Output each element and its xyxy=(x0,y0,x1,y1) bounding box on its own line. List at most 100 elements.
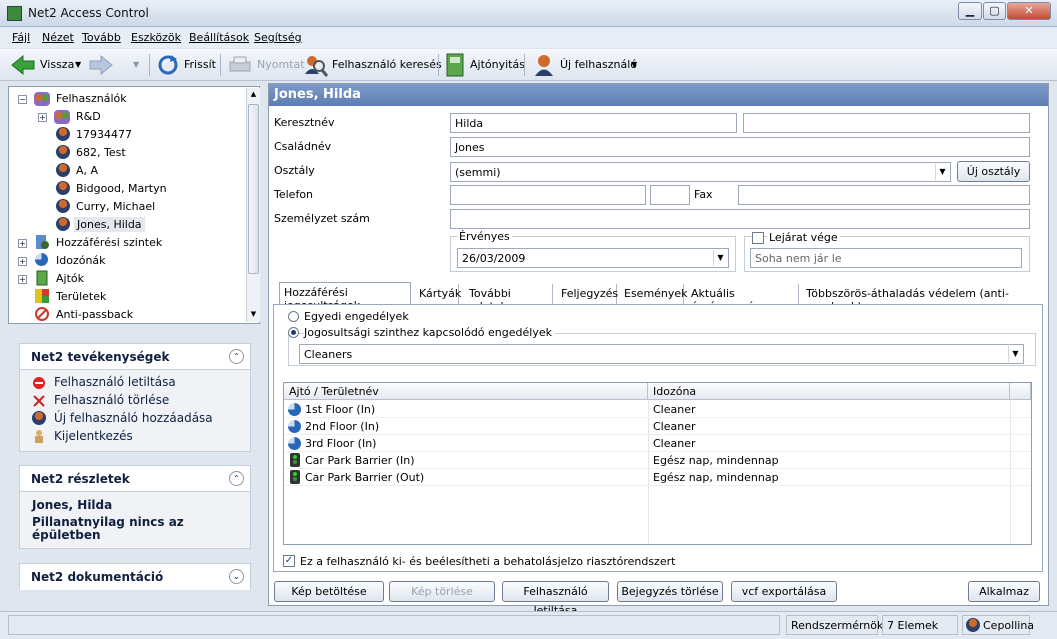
tab-notes[interactable]: Feljegyzés xyxy=(557,284,618,304)
menu-help[interactable]: Segítség xyxy=(254,31,302,44)
minimize-button[interactable]: ▁ xyxy=(958,2,982,20)
valid-date-picker[interactable]: 26/03/2009 ▼ xyxy=(457,248,729,268)
user-search-icon[interactable] xyxy=(302,52,328,78)
tab-access-rights[interactable]: Hozzáférési jogosultságok xyxy=(279,282,411,312)
refresh-button[interactable]: Frissít xyxy=(184,58,216,71)
tab-anti-passback[interactable]: Többszörös-áthaladás védelem (anti-passb… xyxy=(802,284,1032,313)
tree-item-user-selected[interactable]: Jones, Hilda xyxy=(74,217,145,232)
add-user-link[interactable]: Új felhasználó hozzáadása xyxy=(54,411,213,425)
forward-arrow-icon[interactable] xyxy=(88,54,114,76)
back-button[interactable]: Vissza xyxy=(40,58,74,71)
table-row[interactable]: 2nd Floor (In) Cleaner xyxy=(285,418,1031,435)
scrollbar-thumb[interactable] xyxy=(248,104,259,274)
disable-user-button[interactable]: Felhasználó letiltása xyxy=(502,581,609,617)
tree-item-user[interactable]: A, A xyxy=(76,164,98,177)
delete-image-button[interactable]: Kép törlése xyxy=(389,581,495,602)
tree-item-anti-passback[interactable]: Anti-passback xyxy=(56,308,133,321)
new-user-icon[interactable] xyxy=(533,53,555,77)
close-button[interactable]: ✕ xyxy=(1007,2,1051,20)
first-name-field[interactable]: Hilda xyxy=(450,113,737,133)
column-header-door[interactable]: Ajtó / Területnév xyxy=(284,383,648,400)
collapse-icon[interactable]: − xyxy=(18,95,27,104)
alarm-permission-checkbox[interactable]: ✓ xyxy=(283,555,295,567)
middle-name-field[interactable] xyxy=(743,113,1030,133)
expand-icon[interactable]: + xyxy=(18,239,27,248)
tab-additional-data[interactable]: További adatok xyxy=(465,284,553,313)
new-user-dropdown-icon[interactable]: ▼ xyxy=(631,60,637,69)
new-department-button[interactable]: Új osztály xyxy=(957,161,1030,182)
table-row[interactable]: Car Park Barrier (Out) Egész nap, minden… xyxy=(285,469,1031,486)
menu-view[interactable]: Nézet xyxy=(42,31,74,44)
collapse-panel-icon[interactable]: ⌃ xyxy=(229,471,244,486)
user-search-button[interactable]: Felhasználó keresés xyxy=(332,58,442,71)
apply-button[interactable]: Alkalmaz xyxy=(968,581,1040,602)
refresh-icon[interactable] xyxy=(157,54,179,76)
chevron-down-icon[interactable]: ▼ xyxy=(935,164,949,180)
collapse-panel-icon[interactable]: ⌃ xyxy=(229,349,244,364)
scroll-up-icon[interactable]: ▲ xyxy=(248,90,259,98)
tree-item-user[interactable]: Curry, Michael xyxy=(76,200,155,213)
column-header-timezone[interactable]: Idozóna xyxy=(648,383,1010,400)
logout-link[interactable]: Kijelentkezés xyxy=(54,429,133,443)
user-icon xyxy=(56,181,70,195)
tree-scrollbar[interactable]: ▲ ▼ xyxy=(246,88,260,322)
table-row[interactable]: 1st Floor (In) Cleaner xyxy=(285,401,1031,418)
menu-go[interactable]: Tovább xyxy=(82,31,121,44)
tab-cards[interactable]: Kártyák xyxy=(415,284,461,304)
toolbar-separator xyxy=(149,54,150,76)
tree-item-access-levels[interactable]: Hozzáférési szintek xyxy=(56,236,162,249)
fax-field[interactable] xyxy=(738,185,1030,205)
vcf-export-button[interactable]: vcf exportálása xyxy=(731,581,837,602)
print-button[interactable]: Nyomtat xyxy=(257,58,305,71)
delete-entry-button[interactable]: Bejegyzés törlése xyxy=(617,581,723,602)
toolbar-separator xyxy=(438,54,439,76)
phone-extension-field[interactable] xyxy=(650,185,690,205)
status-role: Rendszermérnök xyxy=(786,615,883,635)
chevron-down-icon[interactable]: ▼ xyxy=(1008,346,1022,362)
print-icon[interactable] xyxy=(228,55,252,75)
tab-events[interactable]: Események xyxy=(620,284,688,304)
door-open-icon[interactable] xyxy=(446,53,464,77)
tree-item-user[interactable]: Bidgood, Martyn xyxy=(76,182,167,195)
expand-panel-icon[interactable]: ⌄ xyxy=(229,569,244,584)
expand-icon[interactable]: + xyxy=(38,113,47,122)
maximize-button[interactable]: ▢ xyxy=(983,2,1006,20)
tree-item-timezones[interactable]: Idozónák xyxy=(56,254,106,267)
staff-number-field[interactable] xyxy=(450,209,1030,229)
expand-icon[interactable]: + xyxy=(18,257,27,266)
phone-field[interactable] xyxy=(450,185,646,205)
forward-dropdown-icon[interactable]: ▼ xyxy=(133,60,139,69)
back-arrow-icon[interactable] xyxy=(10,54,36,76)
tree-item-users[interactable]: Felhasználók xyxy=(56,92,127,105)
expand-icon[interactable]: + xyxy=(18,275,27,284)
menu-file[interactable]: Fájl xyxy=(12,31,30,44)
scroll-down-icon[interactable]: ▼ xyxy=(248,310,259,318)
access-level-permissions-radio[interactable] xyxy=(288,327,299,338)
navigation-tree: − Felhasználók + R&D 17934477 682, Test … xyxy=(8,86,260,324)
table-row[interactable]: 3rd Floor (In) Cleaner xyxy=(285,435,1031,452)
tree-item-user[interactable]: 17934477 xyxy=(76,128,132,141)
tree-item-doors[interactable]: Ajtók xyxy=(56,272,84,285)
individual-permissions-radio[interactable] xyxy=(288,311,299,322)
tree-item-user[interactable]: 682, Test xyxy=(76,146,126,159)
window-title: Net2 Access Control xyxy=(28,6,149,20)
title-bar: Net2 Access Control ▁ ▢ ✕ xyxy=(0,0,1057,27)
tab-current-validity[interactable]: Aktuális érvényesség xyxy=(687,284,799,313)
table-row[interactable]: Car Park Barrier (In) Egész nap, mindenn… xyxy=(285,452,1031,469)
menu-tools[interactable]: Eszközök xyxy=(131,31,181,44)
back-dropdown-icon[interactable]: ▼ xyxy=(75,60,81,69)
delete-user-link[interactable]: Felhasználó törlése xyxy=(54,393,169,407)
access-level-select[interactable]: Cleaners ▼ xyxy=(299,344,1024,364)
door-open-button[interactable]: Ajtónyitás xyxy=(470,58,525,71)
users-group-icon xyxy=(34,92,50,106)
menu-settings[interactable]: Beállítások xyxy=(189,31,249,44)
surname-field[interactable]: Jones xyxy=(450,137,1030,157)
tree-item-user[interactable]: R&D xyxy=(76,110,101,123)
new-user-button[interactable]: Új felhasználó xyxy=(560,58,637,71)
expiry-checkbox[interactable] xyxy=(752,232,764,244)
disable-user-link[interactable]: Felhasználó letiltása xyxy=(54,375,176,389)
tree-item-areas[interactable]: Területek xyxy=(56,290,106,303)
chevron-down-icon[interactable]: ▼ xyxy=(713,250,727,266)
load-image-button[interactable]: Kép betöltése xyxy=(274,581,384,602)
department-select[interactable]: (semmi) ▼ xyxy=(450,162,951,182)
